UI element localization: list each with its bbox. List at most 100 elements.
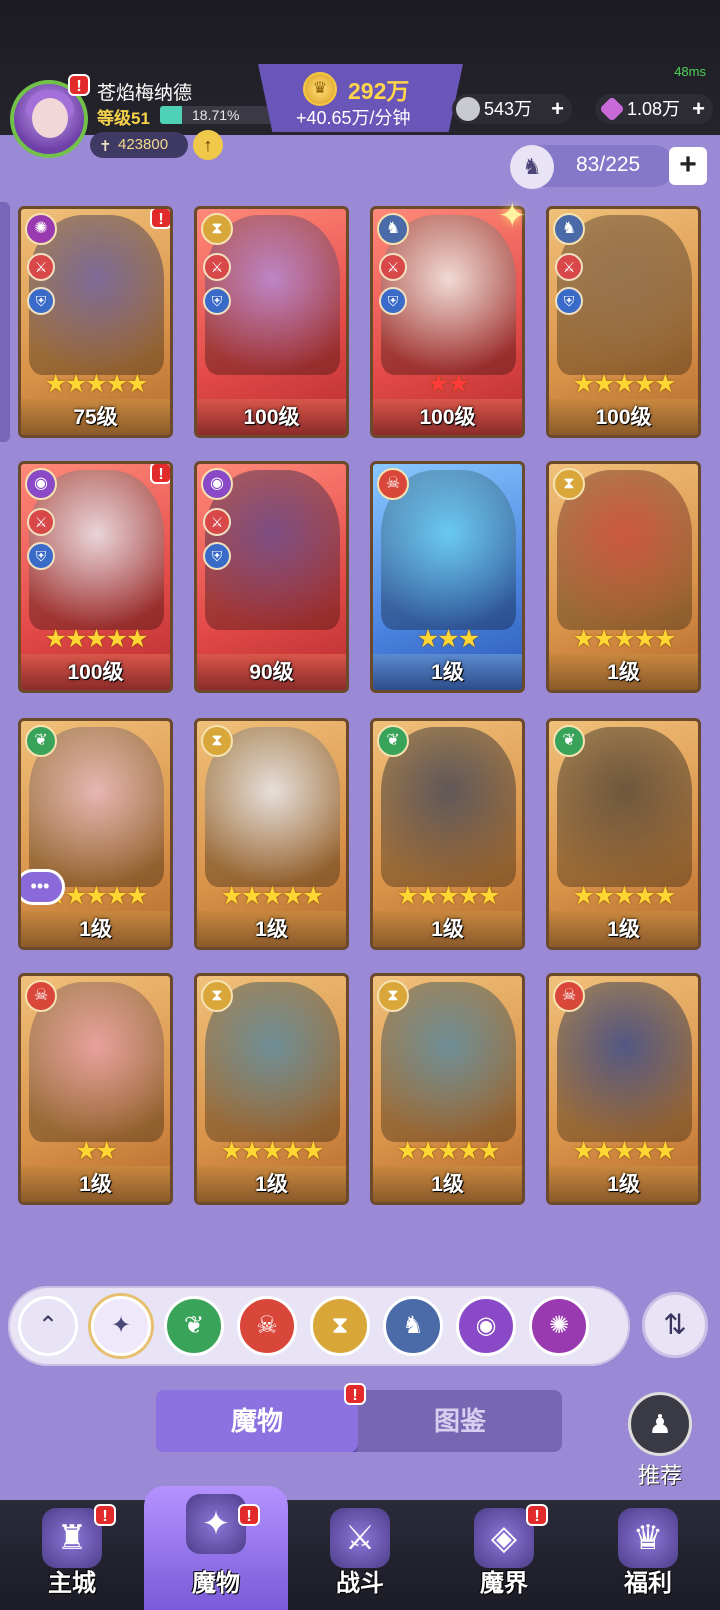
player-level: 等级51 <box>97 109 150 128</box>
monster-card[interactable]: ❦ ★★★★★ 1级 ••• <box>18 718 173 950</box>
star-rating: ★★★ <box>416 625 480 653</box>
star-rating: ★★★★★ <box>572 625 676 653</box>
filter-demon[interactable]: ☠ <box>237 1296 297 1356</box>
gem-add-icon[interactable]: + <box>692 94 705 124</box>
gem-icon <box>599 96 625 122</box>
nav-label: 战斗 <box>336 1570 384 1597</box>
monster-card[interactable]: ♞ ⚔ ⛨ ★★ 100级 <box>370 206 525 438</box>
nav-chest[interactable]: ♛ 福利 <box>576 1500 720 1610</box>
attack-role-icon: ⚔ <box>27 253 55 281</box>
sparkle-icon: ✦ <box>498 197 527 235</box>
star-rating: ★★★★★ <box>572 370 676 398</box>
nav-notification-badge: ! <box>94 1504 116 1526</box>
leaf-icon: ❦ <box>25 725 57 757</box>
monster-card[interactable]: ⧗ ★★★★★ 1级 <box>546 461 701 693</box>
nav-label: 魔界 <box>480 1570 528 1597</box>
recommend-label: 推荐 <box>637 1463 682 1488</box>
sort-button[interactable]: ⇅ <box>642 1292 708 1358</box>
monster-card[interactable]: ⧗ ★★★★★ 1级 <box>194 718 349 950</box>
card-notification-badge: ! <box>150 464 170 484</box>
monster-card[interactable]: ◉ ⚔ ⛨ 90级 <box>194 461 349 693</box>
monster-card[interactable]: ❦ ★★★★★ 1级 <box>370 718 525 950</box>
tab-codex[interactable]: 图鉴 <box>358 1390 562 1452</box>
gold-rate: +40.65万/分钟 <box>296 108 411 128</box>
upgrade-arrow-button[interactable]: ↑ <box>193 130 223 160</box>
monster-card[interactable]: ⧗ ⚔ ⛨ 100级 <box>194 206 349 438</box>
monster-level: 1级 <box>79 1173 112 1196</box>
recommend-icon: ♟ <box>648 1409 672 1439</box>
star-rating: ★★★★★ <box>44 625 148 653</box>
collapse-button[interactable]: ⌃ <box>18 1296 78 1356</box>
monster-card[interactable]: ❦ ★★★★★ 1级 <box>546 718 701 950</box>
silver-resource[interactable]: 543万 + <box>452 94 572 124</box>
monster-level: 1级 <box>255 918 288 941</box>
gold-coin-icon: ♛ <box>303 72 337 106</box>
filter-dragon[interactable]: ♞ <box>383 1296 443 1356</box>
xp-percent: 18.71% <box>192 107 240 123</box>
filter-spiral[interactable]: ✺ <box>529 1296 589 1356</box>
shield-role-icon: ⛨ <box>27 287 55 315</box>
monster-card[interactable]: ☠ ★★★★★ 1级 <box>546 973 701 1205</box>
eye-icon: ◉ <box>25 468 57 500</box>
tab-monsters-badge: ! <box>344 1383 366 1405</box>
card-notification-badge: ! <box>150 209 170 229</box>
monster-level: 1级 <box>607 661 640 684</box>
nav-castle[interactable]: ♜ 主城! <box>0 1500 144 1610</box>
monster-level: 1级 <box>79 918 112 941</box>
monster-card[interactable]: ✺ ⚔ ⛨ ★★★★★ 75级! <box>18 206 173 438</box>
silver-value: 543万 <box>484 99 533 119</box>
leaf-icon: ❦ <box>377 725 409 757</box>
avatar-face <box>32 98 68 138</box>
filter-leaf[interactable]: ❦ <box>164 1296 224 1356</box>
chat-bubble-icon[interactable]: ••• <box>21 869 65 905</box>
monster-level: 1级 <box>431 918 464 941</box>
leaf-icon: ❦ <box>553 725 585 757</box>
monster-level: 1级 <box>255 1173 288 1196</box>
monster-card[interactable]: ◉ ⚔ ⛨ ★★★★★ 100级! <box>18 461 173 693</box>
monster-card[interactable]: ⧗ ★★★★★ 1级 <box>370 973 525 1205</box>
gem-value: 1.08万 <box>627 99 681 119</box>
tab-monsters[interactable]: 魔物 <box>156 1390 358 1452</box>
hourglass-icon: ⧗ <box>201 980 233 1012</box>
nav-sword[interactable]: ⚔ 战斗 <box>288 1500 432 1610</box>
power-display: ✝ 423800 <box>90 132 188 158</box>
star-rating: ★★★★★ <box>44 370 148 398</box>
star-rating: ★★★★★ <box>220 1137 324 1165</box>
shield-role-icon: ⛨ <box>555 287 583 315</box>
nav-label: 福利 <box>624 1570 672 1597</box>
nav-notification-badge: ! <box>526 1504 548 1526</box>
player-name: 苍焰梅纳德 <box>97 83 193 104</box>
silver-add-icon[interactable]: + <box>551 94 564 124</box>
nav-portal[interactable]: ◈ 魔界! <box>432 1500 576 1610</box>
portal-icon: ◈ <box>474 1508 534 1568</box>
nav-flame[interactable]: ✦ 魔物! <box>144 1486 288 1610</box>
monster-card[interactable]: ☠ ★★★ 1级 <box>370 461 525 693</box>
filter-hourglass[interactable]: ⧗ <box>310 1296 370 1356</box>
xp-bar-fill <box>160 106 183 124</box>
monster-card[interactable]: ☠ ★★ 1级 <box>18 973 173 1205</box>
filter-eye[interactable]: ◉ <box>456 1296 516 1356</box>
monster-card[interactable]: ⧗ ★★★★★ 1级 <box>194 973 349 1205</box>
ping-indicator: 48ms <box>674 64 706 79</box>
castle-icon: ♜ <box>42 1508 102 1568</box>
spiral-icon: ✺ <box>25 213 57 245</box>
gem-resource[interactable]: 1.08万 + <box>595 94 713 124</box>
expand-capacity-button[interactable]: + <box>669 147 707 185</box>
attack-role-icon: ⚔ <box>27 508 55 536</box>
star-rating: ★★ <box>427 370 470 398</box>
monster-level: 1级 <box>607 918 640 941</box>
left-edge-tab[interactable] <box>0 202 10 442</box>
attack-role-icon: ⚔ <box>555 253 583 281</box>
monster-level: 1级 <box>607 1173 640 1196</box>
monster-level: 75级 <box>73 406 118 429</box>
monster-grid[interactable]: ✺ ⚔ ⛨ ★★★★★ 75级! ⧗ ⚔ ⛨ 100级 ♞ ⚔ ⛨ ★★ 100级 ♞ ⚔ ⛨ ★★★★★ 100级… <box>18 206 708 1251</box>
shield-role-icon: ⛨ <box>379 287 407 315</box>
hourglass-icon: ⧗ <box>553 468 585 500</box>
nav-label: 主城 <box>48 1570 96 1597</box>
chest-icon: ♛ <box>618 1508 678 1568</box>
monster-card[interactable]: ♞ ⚔ ⛨ ★★★★★ 100级 <box>546 206 701 438</box>
filter-all[interactable]: ✦ <box>91 1296 151 1356</box>
monster-level: 100级 <box>595 406 652 429</box>
recommend-button[interactable]: ♟ <box>628 1392 692 1456</box>
nav-notification-badge: ! <box>238 1504 260 1526</box>
